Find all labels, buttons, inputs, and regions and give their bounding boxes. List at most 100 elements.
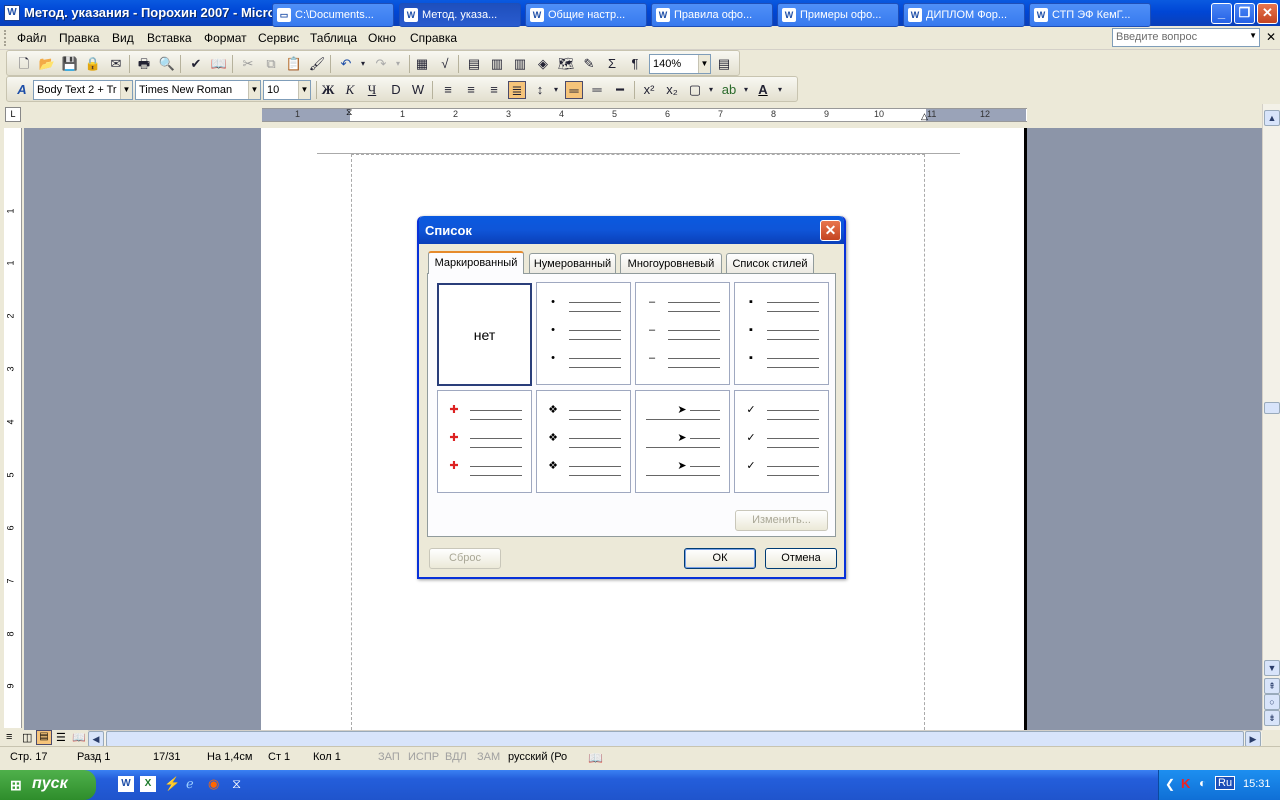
read-mode-icon[interactable]: ▤ xyxy=(715,55,733,73)
ask-question-input[interactable]: Введите вопрос ▼ xyxy=(1112,28,1260,47)
pilcrow-icon[interactable]: ¶ xyxy=(626,55,644,73)
status-extend[interactable]: ВДЛ xyxy=(445,751,467,763)
underline-button[interactable]: Ч xyxy=(363,81,381,99)
vertical-scrollbar[interactable]: ▲ ▼ ⇞ ○ ⇟ xyxy=(1262,104,1280,730)
reading-view-icon[interactable]: 📖 xyxy=(72,731,86,744)
wavy-underline-icon[interactable]: W xyxy=(409,81,427,99)
highlight-icon[interactable]: ab xyxy=(720,81,738,99)
line-style-icon[interactable]: ═ xyxy=(565,81,583,99)
drawing-icon[interactable]: ◈ xyxy=(534,55,552,73)
word-launch-icon[interactable]: W xyxy=(118,776,134,792)
winamp-launch-icon[interactable]: ⚡ xyxy=(164,776,180,792)
outline-view-icon[interactable]: ☰ xyxy=(56,731,66,744)
print-icon[interactable]: 🖶 xyxy=(135,55,153,73)
bullet-option-dash[interactable]: – – – xyxy=(635,282,730,385)
chevron-down-icon[interactable]: ▾ xyxy=(547,81,565,99)
format-painter-icon[interactable]: 🖌 xyxy=(308,55,326,73)
web-view-icon[interactable]: ◫ xyxy=(22,731,32,744)
spelling-status-icon[interactable]: 📖 xyxy=(588,751,603,765)
vertical-ruler[interactable]: 1 1 2 3 4 5 6 7 8 9 xyxy=(4,128,22,728)
subscript-icon[interactable]: x₂ xyxy=(663,81,681,99)
menu-view[interactable]: Вид xyxy=(112,31,134,45)
change-button[interactable]: Изменить... xyxy=(735,510,828,531)
chevron-down-icon[interactable]: ▼ xyxy=(698,55,710,73)
horizontal-scrollbar[interactable]: ◀ ▶ xyxy=(88,730,1262,747)
spelling-icon[interactable]: ✔ xyxy=(187,55,205,73)
font-select[interactable]: Times New Roman ▼ xyxy=(135,80,261,100)
cancel-button[interactable]: Отмена xyxy=(765,548,837,569)
zoom-select[interactable]: 140% ▼ xyxy=(649,54,711,74)
menu-window[interactable]: Окно xyxy=(368,31,396,45)
minimize-button[interactable]: _ xyxy=(1211,3,1232,24)
right-indent-icon[interactable]: △ xyxy=(921,111,928,122)
menu-file[interactable]: Файл xyxy=(17,31,47,45)
save-icon[interactable]: 💾 xyxy=(61,55,79,73)
scroll-down-icon[interactable]: ▼ xyxy=(1264,660,1280,676)
bullet-option-colored-cross[interactable]: ✚ ✚ ✚ xyxy=(437,390,532,493)
cut-icon[interactable]: ✂ xyxy=(239,55,257,73)
bullet-option-dot[interactable]: • • • xyxy=(536,282,631,385)
chevron-down-icon[interactable]: ▼ xyxy=(1249,31,1257,40)
task-explorer[interactable]: ▭ C:\Documents... xyxy=(272,3,394,27)
edit-icon[interactable]: ✎ xyxy=(580,55,598,73)
browse-object-icon[interactable]: ○ xyxy=(1264,694,1280,710)
status-record[interactable]: ЗАП xyxy=(378,751,400,763)
insert-excel-icon[interactable]: ▥ xyxy=(488,55,506,73)
formula-icon[interactable]: √ xyxy=(436,55,454,73)
word-app-icon[interactable]: W xyxy=(4,5,20,21)
new-document-icon[interactable]: 🗋 xyxy=(15,55,33,73)
style-select[interactable]: Body Text 2 + Tr ▼ xyxy=(33,80,133,100)
kaspersky-icon[interactable]: K xyxy=(1181,776,1190,791)
chevron-down-icon[interactable]: ▼ xyxy=(298,81,310,99)
scroll-up-icon[interactable]: ▲ xyxy=(1264,110,1280,126)
status-overtype[interactable]: ЗАМ xyxy=(477,751,500,763)
copy-icon[interactable]: ⧉ xyxy=(262,55,280,73)
menu-tools[interactable]: Сервис xyxy=(258,31,299,45)
chevron-down-icon[interactable]: ▾ xyxy=(737,81,755,99)
close-document-button[interactable]: ✕ xyxy=(1266,30,1276,44)
bullet-option-square[interactable]: ▪ ▪ ▪ xyxy=(734,282,829,385)
styles-pane-icon[interactable]: A xyxy=(13,81,31,99)
print-layout-icon[interactable]: ▤ xyxy=(36,730,52,745)
research-icon[interactable]: 📖 xyxy=(210,55,228,73)
scroll-thumb[interactable] xyxy=(1264,402,1280,414)
font-color-icon[interactable]: A xyxy=(754,81,772,99)
chevron-down-icon[interactable]: ▼ xyxy=(120,81,132,99)
status-track-changes[interactable]: ИСПР xyxy=(408,751,439,763)
chevron-down-icon[interactable]: ▾ xyxy=(354,55,372,73)
align-right-icon[interactable]: ≡ xyxy=(485,81,503,99)
bold-button[interactable]: Ж xyxy=(319,81,337,99)
next-page-icon[interactable]: ⇟ xyxy=(1264,710,1280,726)
language-indicator[interactable]: Ru xyxy=(1215,776,1236,790)
tab-list-styles[interactable]: Список стилей xyxy=(726,253,814,273)
task-word[interactable]: W Правила офо... xyxy=(651,3,773,27)
chevron-down-icon[interactable]: ▼ xyxy=(248,81,260,99)
excel-launch-icon[interactable]: X xyxy=(140,776,156,792)
task-word-active[interactable]: W Метод. указа... xyxy=(399,3,521,27)
start-button[interactable]: ⊞ пуск xyxy=(0,770,96,800)
tab-numbered[interactable]: Нумерованный xyxy=(529,253,616,273)
ok-button[interactable]: ОК xyxy=(684,548,756,569)
undo-icon[interactable]: ↶ xyxy=(337,55,355,73)
bullet-option-diamonds[interactable]: ❖ ❖ ❖ xyxy=(536,390,631,493)
sum-icon[interactable]: Σ xyxy=(603,55,621,73)
justify-icon[interactable]: ≣ xyxy=(508,81,526,99)
tray-expand-icon[interactable]: ❮ xyxy=(1165,777,1175,791)
show-desktop-icon[interactable]: ⧖ xyxy=(232,776,241,792)
document-map-icon[interactable]: 🗺 xyxy=(557,55,575,73)
menu-help[interactable]: Справка xyxy=(410,31,457,45)
align-left-icon[interactable]: ≡ xyxy=(439,81,457,99)
menu-format[interactable]: Формат xyxy=(204,31,247,45)
menubar-grip[interactable] xyxy=(4,30,8,46)
bullet-option-arrow[interactable]: ➤ ➤ ➤ xyxy=(635,390,730,493)
ie-launch-icon[interactable]: ℯ xyxy=(186,776,194,792)
scroll-right-icon[interactable]: ▶ xyxy=(1245,731,1261,747)
columns-icon[interactable]: ▥ xyxy=(511,55,529,73)
double-underline-icon[interactable]: D xyxy=(387,81,405,99)
italic-button[interactable]: К xyxy=(341,81,359,99)
redo-icon[interactable]: ↷ xyxy=(372,55,390,73)
email-icon[interactable]: ✉ xyxy=(107,55,125,73)
first-line-indent-icon[interactable]: ⧖ xyxy=(346,107,352,118)
horizontal-scroll-thumb[interactable] xyxy=(106,731,1244,747)
chevron-down-icon[interactable]: ▾ xyxy=(389,55,407,73)
